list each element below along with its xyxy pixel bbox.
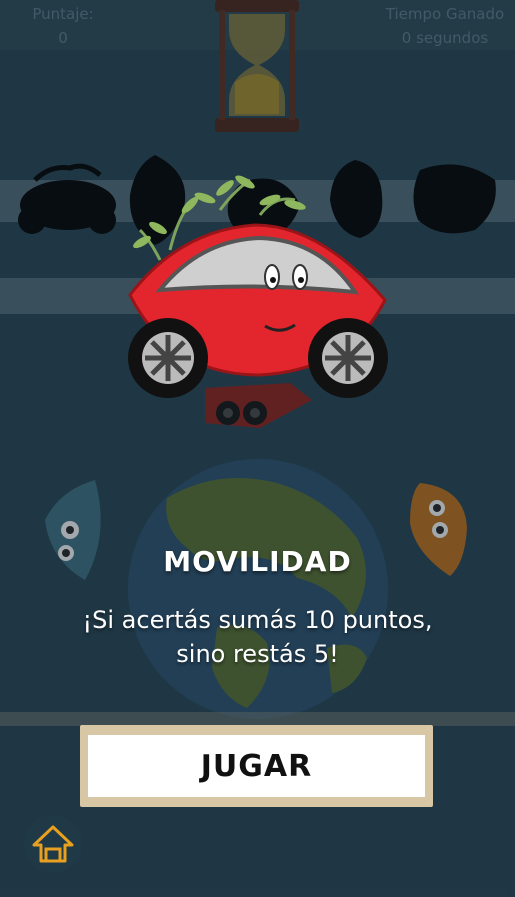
category-title: MOVILIDAD [163, 545, 352, 578]
home-button[interactable] [24, 815, 82, 873]
rules-line-2: sino restás 5! [176, 640, 339, 668]
rules-line-1: ¡Si acertás sumás 10 puntos, [82, 606, 433, 634]
wheel-left [128, 318, 208, 398]
rules-text: ¡Si acertás sumás 10 puntos, sino restás… [20, 603, 495, 671]
car-character-icon [128, 175, 388, 398]
play-button[interactable]: JUGAR [88, 735, 425, 797]
home-icon [32, 825, 74, 863]
wheel-right [308, 318, 388, 398]
